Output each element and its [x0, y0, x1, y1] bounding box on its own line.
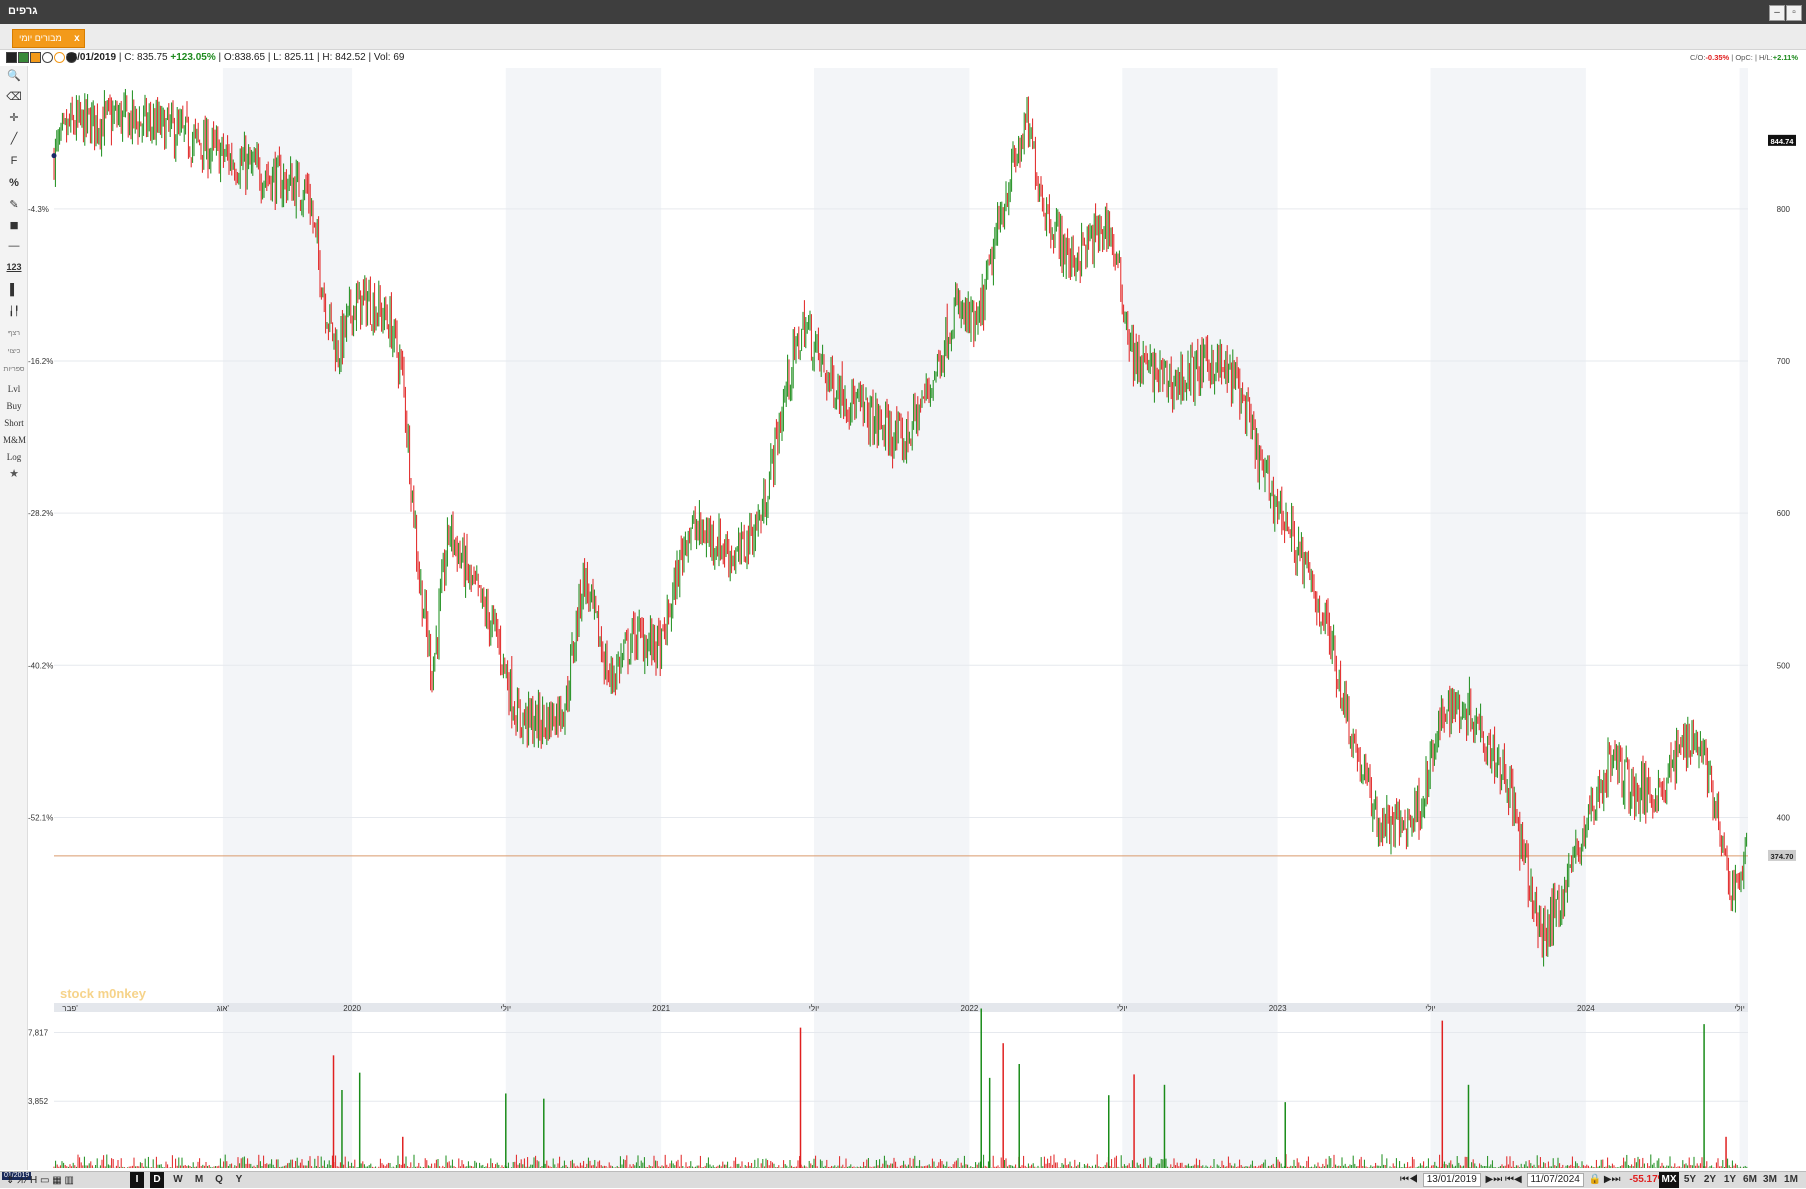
x-tick-label: יולי	[1734, 1004, 1744, 1013]
y-tick-label: 600	[1777, 509, 1791, 518]
range-2y[interactable]: 2Y	[1701, 1172, 1719, 1188]
volume-tick-label: 3,852	[28, 1097, 49, 1106]
pct-tick-label: -28.2%	[28, 509, 53, 518]
x-axis-band	[54, 1003, 1748, 1012]
period-daily[interactable]: D	[150, 1172, 164, 1188]
period-quarterly[interactable]: Q	[212, 1172, 226, 1188]
high-price-tag: 844.74	[1771, 137, 1795, 146]
lock-icon[interactable]: 🔒	[1589, 1174, 1601, 1185]
pct-tick-label: -40.2%	[28, 661, 53, 670]
x-tick-label: 2020	[343, 1004, 361, 1013]
range-1m[interactable]: 1M	[1781, 1172, 1801, 1188]
y-tick-label: 700	[1777, 357, 1791, 366]
start-date-field[interactable]: 13/01/2019	[1422, 1173, 1481, 1187]
last-price-tag: 374.70	[1771, 852, 1794, 861]
period-monthly[interactable]: M	[191, 1172, 207, 1188]
range-5y[interactable]: 5Y	[1681, 1172, 1699, 1188]
y-tick-label: 500	[1777, 661, 1791, 670]
range-mx[interactable]: MX	[1659, 1172, 1679, 1188]
last-icon[interactable]: ▶⏭	[1604, 1174, 1621, 1185]
x-tick-label: 2022	[961, 1004, 979, 1013]
end-date-field[interactable]: 11/07/2024	[1526, 1173, 1584, 1187]
pct-tick-label: -16.2%	[28, 357, 53, 366]
y-tick-label: 800	[1777, 205, 1791, 214]
x-tick-label: 2024	[1577, 1004, 1595, 1013]
x-tick-label: 2021	[652, 1004, 670, 1013]
pct-tick-label: -52.1%	[28, 813, 53, 822]
range-6m[interactable]: 6M	[1741, 1172, 1759, 1188]
period-weekly[interactable]: W	[170, 1172, 186, 1188]
x-tick-label: יולי	[501, 1004, 511, 1013]
y-tick-label: 400	[1777, 813, 1791, 822]
x-tick-label: פבר'	[62, 1004, 78, 1013]
period-yearly[interactable]: Y	[232, 1172, 246, 1188]
x-tick-label: יולי	[1425, 1004, 1435, 1013]
x-tick-label: יולי	[809, 1004, 819, 1013]
x-tick-label: 2023	[1269, 1004, 1287, 1013]
range-3m[interactable]: 3M	[1761, 1172, 1779, 1188]
prev-end-icon[interactable]: ⏮◀	[1505, 1174, 1522, 1185]
x-tick-label: אוג'	[217, 1004, 229, 1013]
pct-tick-label: -4.3%	[28, 205, 49, 214]
bottom-bar: 01/2019 ⇕ ⩘ ⁄ H ▭ ▦ ▥ I D W M Q Y ⏮◀ 13/…	[0, 1171, 1806, 1188]
x-tick-label: יולי	[1117, 1004, 1127, 1013]
first-icon[interactable]: ⏮◀	[1400, 1174, 1418, 1185]
next-icon[interactable]: ▶⏭	[1486, 1174, 1503, 1185]
volume-tick-label: 7,817	[28, 1029, 49, 1038]
range-1y[interactable]: 1Y	[1721, 1172, 1739, 1188]
watermark: stock m0nkey	[60, 986, 147, 1001]
start-marker	[51, 153, 57, 159]
price-chart[interactable]: 400 500 600 700 800 -4.3% -16.2% -28.2% -40.2% -5…	[0, 0, 1806, 1187]
date-range-nav: ⏮◀ 13/01/2019 ▶⏭ ⏮◀ 11/07/2024 🔒 ▶⏭ -55.…	[1400, 1172, 1667, 1188]
period-intraday[interactable]: I	[130, 1172, 144, 1188]
